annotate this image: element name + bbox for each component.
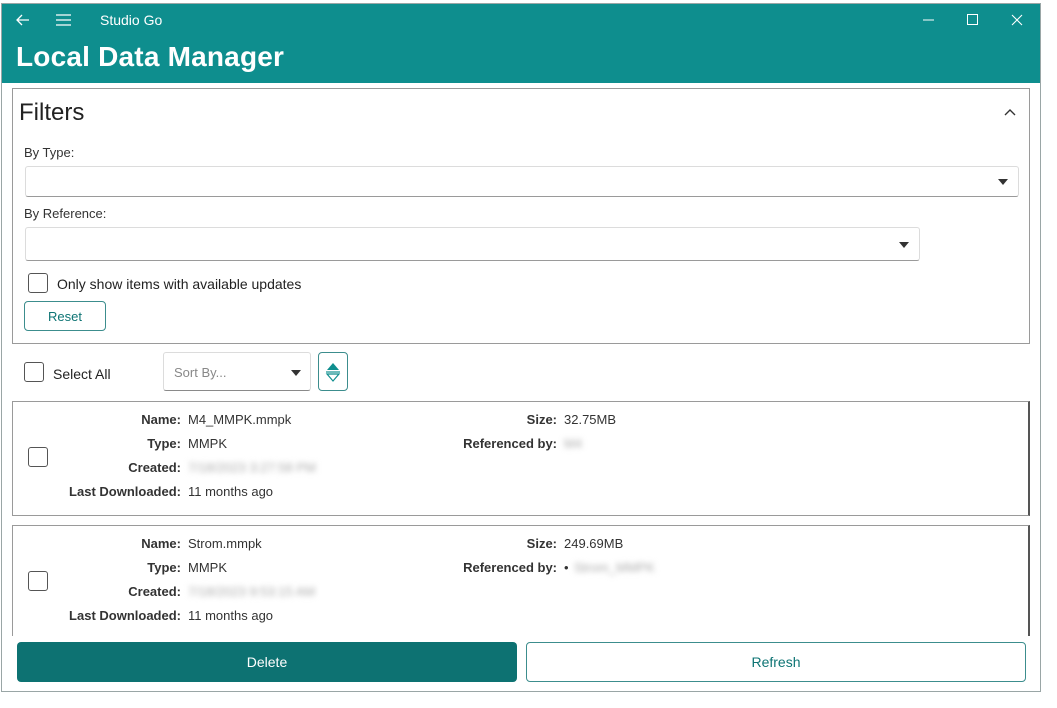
size-label: Size: [526,412,557,427]
page-title: Local Data Manager [16,41,285,72]
item-type: MMPK [188,560,227,575]
delete-button[interactable]: Delete [17,642,517,682]
by-reference-select[interactable] [25,227,920,261]
filters-panel: Filters By Type: By Reference: Only show… [12,88,1030,344]
item-name: Strom.mmpk [188,536,262,551]
minimize-icon[interactable] [906,4,950,35]
close-icon[interactable] [994,4,1040,35]
chevron-up-icon[interactable] [999,101,1021,123]
back-icon[interactable] [8,4,38,35]
hamburger-icon[interactable] [48,4,78,35]
item-referenced-by: Strom_MMPK [574,560,655,575]
items-list: Name: M4_MMPK.mmpk Type: MMPK Created: 7… [2,400,1040,636]
size-label: Size: [526,536,557,551]
filters-title: Filters [19,99,85,126]
sort-by-placeholder: Sort By... [174,365,227,380]
app-window: Studio Go Local Data Manager Filters By … [1,3,1041,692]
app-title: Studio Go [100,12,163,28]
created-label: Created: [128,460,181,475]
last-downloaded-label: Last Downloaded: [69,484,181,499]
by-type-label: By Type: [24,145,75,160]
chevron-down-icon [291,370,301,376]
sort-direction-button[interactable] [318,352,348,391]
refresh-button[interactable]: Refresh [526,642,1026,682]
type-label: Type: [147,560,181,575]
last-downloaded-label: Last Downloaded: [69,608,181,623]
chevron-down-icon [998,179,1008,185]
item-created: 7/18/2023 3:27:58 PM [188,460,316,475]
referenced-by-label: Referenced by: [463,560,557,575]
name-label: Name: [141,412,181,427]
item-type: MMPK [188,436,227,451]
bullet-icon: • [564,560,569,575]
type-label: Type: [147,436,181,451]
updates-only-label: Only show items with available updates [57,276,302,292]
item-checkbox[interactable] [28,571,48,591]
item-last-downloaded: 11 months ago [188,608,274,623]
list-item: Name: M4_MMPK.mmpk Type: MMPK Created: 7… [12,401,1030,516]
item-size: 249.69MB [564,536,624,551]
list-item: Name: Strom.mmpk Type: MMPK Created: 7/1… [12,525,1030,636]
item-referenced-by: M4 [564,436,583,451]
item-created: 7/18/2023 9:53:15 AM [188,584,316,599]
chevron-down-icon [899,242,909,248]
name-label: Name: [141,536,181,551]
footer-actions: Delete Refresh [2,636,1040,691]
by-type-select[interactable] [25,166,1019,197]
sort-toggle-icon [325,362,341,382]
by-reference-label: By Reference: [24,206,107,221]
page-header: Local Data Manager [2,35,1040,83]
sort-by-select[interactable]: Sort By... [163,352,311,391]
select-all-checkbox[interactable] [24,362,44,382]
updates-only-checkbox[interactable] [28,273,48,293]
item-size: 32.75MB [564,412,617,427]
item-last-downloaded: 11 months ago [188,484,274,499]
reset-button[interactable]: Reset [24,301,106,331]
title-bar: Studio Go [2,4,1040,35]
created-label: Created: [128,584,181,599]
select-all-label: Select All [53,366,111,382]
list-toolbar: Select All Sort By... [2,350,1040,394]
item-checkbox[interactable] [28,447,48,467]
referenced-by-label: Referenced by: [463,436,557,451]
maximize-icon[interactable] [950,4,994,35]
item-name: M4_MMPK.mmpk [188,412,292,427]
